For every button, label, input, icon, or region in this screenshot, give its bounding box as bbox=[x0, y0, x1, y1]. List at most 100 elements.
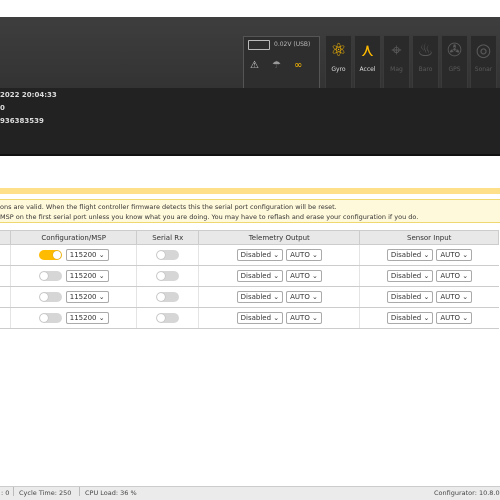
table-row: 115200DisabledAUTODisabledAUTO bbox=[0, 265, 499, 287]
footer-left-value: : 0 bbox=[1, 489, 10, 497]
configurator-version: Configurator: 10.8.0 bbox=[434, 489, 500, 497]
port-identifier-cell bbox=[0, 307, 11, 329]
msp-toggle[interactable] bbox=[38, 292, 62, 302]
sensor-input-cell: DisabledAUTO bbox=[359, 307, 499, 329]
sensor-baud-select[interactable]: AUTO bbox=[436, 249, 473, 261]
sonar-icon: ◎ bbox=[475, 40, 492, 61]
msp-baud-select[interactable]: 115200 bbox=[65, 291, 109, 303]
sensor-sonar: ◎ Sonar bbox=[470, 35, 497, 92]
serial-rx-cell bbox=[136, 244, 199, 266]
msp-baud-select[interactable]: 115200 bbox=[65, 270, 109, 282]
header-sensor-input: Sensor Input bbox=[359, 230, 499, 245]
link-icon: ∞ bbox=[294, 60, 303, 71]
header-identifier bbox=[0, 230, 11, 245]
msp-cell: 115200 bbox=[9, 265, 137, 287]
telemetry-type-select[interactable]: Disabled bbox=[236, 249, 284, 261]
telemetry-baud-select[interactable]: AUTO bbox=[286, 270, 322, 282]
sensor-label: Gyro bbox=[331, 66, 346, 73]
ports-body: 115200DisabledAUTODisabledAUTO115200Disa… bbox=[0, 244, 499, 329]
gps-icon: ✇ bbox=[446, 40, 463, 61]
table-row: 115200DisabledAUTODisabledAUTO bbox=[0, 244, 499, 266]
serial-rx-cell bbox=[136, 265, 199, 287]
footer-divider bbox=[79, 487, 80, 496]
msp-baud-select[interactable]: 115200 bbox=[65, 312, 109, 324]
sensor-label: Sonar bbox=[474, 66, 493, 73]
footer-divider bbox=[13, 487, 14, 496]
telemetry-baud-select[interactable]: AUTO bbox=[286, 312, 322, 324]
ports-table: Configuration/MSP Serial Rx Telemetry Ou… bbox=[0, 230, 499, 329]
telemetry-type-select[interactable]: Disabled bbox=[236, 270, 284, 282]
sensor-baud-select[interactable]: AUTO bbox=[436, 312, 473, 324]
serial-rx-cell bbox=[136, 286, 199, 308]
status-line-3: 936383539 bbox=[0, 117, 44, 125]
notice-line-2: MSP on the first serial port unless you … bbox=[0, 213, 419, 221]
msp-cell: 115200 bbox=[9, 244, 137, 266]
sensor-label: Mag bbox=[390, 66, 403, 73]
notice-line-1: ons are valid. When the flight controlle… bbox=[0, 203, 337, 211]
sensor-baud-select[interactable]: AUTO bbox=[436, 291, 473, 303]
serial-rx-cell bbox=[136, 307, 199, 329]
telemetry-type-select[interactable]: Disabled bbox=[236, 312, 284, 324]
sensor-gps: ✇ GPS bbox=[441, 35, 468, 92]
port-identifier-cell bbox=[0, 286, 11, 308]
battery-panel: 0.02V (USB) ⚠ ☂ ∞ bbox=[243, 36, 320, 91]
battery-voltage: 0.02V (USB) bbox=[274, 41, 311, 48]
sensor-input-cell: DisabledAUTO bbox=[359, 244, 499, 266]
link-quality-icon: ☂ bbox=[272, 60, 281, 71]
sensor-accel: ⋏ Accel bbox=[354, 35, 381, 92]
header-telemetry-output: Telemetry Output bbox=[198, 230, 361, 245]
status-line-time: 2022 20:04:33 bbox=[0, 91, 57, 99]
status-line-2: 0 bbox=[0, 104, 5, 112]
status-panel: 2022 20:04:33 0 936383539 bbox=[0, 88, 500, 156]
msp-toggle[interactable] bbox=[38, 271, 62, 281]
cycle-time: Cycle Time: 250 bbox=[19, 489, 72, 497]
mag-icon: ⌖ bbox=[391, 40, 402, 61]
table-row: 115200DisabledAUTODisabledAUTO bbox=[0, 307, 499, 329]
table-row: 115200DisabledAUTODisabledAUTO bbox=[0, 286, 499, 308]
notice-box: ons are valid. When the flight controlle… bbox=[0, 199, 500, 223]
app-window: 0.02V (USB) ⚠ ☂ ∞ ⚛ Gyro ⋏ Accel ⌖ Mag ♨ Baro ✇ G… bbox=[0, 0, 500, 500]
sensor-baro: ♨ Baro bbox=[412, 35, 439, 92]
sensor-label: GPS bbox=[448, 66, 461, 73]
port-identifier-cell bbox=[0, 265, 11, 287]
sensor-status-bar: ⚛ Gyro ⋏ Accel ⌖ Mag ♨ Baro ✇ GPS ◎ Sonar bbox=[323, 35, 500, 94]
msp-toggle[interactable] bbox=[38, 250, 62, 260]
sensor-type-select[interactable]: Disabled bbox=[386, 312, 434, 324]
msp-cell: 115200 bbox=[9, 307, 137, 329]
telemetry-type-select[interactable]: Disabled bbox=[236, 291, 284, 303]
sensor-mag: ⌖ Mag bbox=[383, 35, 410, 92]
sensor-input-cell: DisabledAUTO bbox=[359, 265, 499, 287]
telemetry-cell: DisabledAUTO bbox=[198, 307, 360, 329]
serial-rx-toggle[interactable] bbox=[156, 292, 180, 302]
warning-icon: ⚠ bbox=[250, 60, 259, 71]
telemetry-baud-select[interactable]: AUTO bbox=[286, 291, 322, 303]
serial-rx-toggle[interactable] bbox=[156, 313, 180, 323]
ports-header-row: Configuration/MSP Serial Rx Telemetry Ou… bbox=[0, 230, 499, 245]
telemetry-baud-select[interactable]: AUTO bbox=[286, 249, 322, 261]
telemetry-cell: DisabledAUTO bbox=[198, 244, 360, 266]
sensor-type-select[interactable]: Disabled bbox=[386, 270, 434, 282]
accel-icon: ⋏ bbox=[360, 40, 375, 61]
msp-baud-select[interactable]: 115200 bbox=[65, 249, 109, 261]
header-serial-rx: Serial Rx bbox=[136, 230, 200, 245]
warning-strip bbox=[0, 188, 500, 194]
sensor-label: Baro bbox=[418, 66, 433, 73]
gyro-icon: ⚛ bbox=[330, 40, 347, 61]
telemetry-cell: DisabledAUTO bbox=[198, 286, 360, 308]
header-configuration-msp: Configuration/MSP bbox=[9, 230, 138, 245]
sensor-type-select[interactable]: Disabled bbox=[386, 249, 434, 261]
sensor-baud-select[interactable]: AUTO bbox=[436, 270, 473, 282]
port-identifier-cell bbox=[0, 244, 11, 266]
serial-rx-toggle[interactable] bbox=[156, 250, 180, 260]
sensor-label: Accel bbox=[359, 66, 376, 73]
sensor-gyro: ⚛ Gyro bbox=[325, 35, 352, 92]
msp-cell: 115200 bbox=[9, 286, 137, 308]
msp-toggle[interactable] bbox=[38, 313, 62, 323]
sensor-type-select[interactable]: Disabled bbox=[386, 291, 434, 303]
serial-rx-toggle[interactable] bbox=[156, 271, 180, 281]
status-footer: : 0 Cycle Time: 250 CPU Load: 36 % Confi… bbox=[0, 486, 500, 500]
cpu-load: CPU Load: 36 % bbox=[85, 489, 137, 497]
top-header: 0.02V (USB) ⚠ ☂ ∞ ⚛ Gyro ⋏ Accel ⌖ Mag ♨ Baro ✇ G… bbox=[0, 0, 500, 92]
battery-icon bbox=[248, 40, 270, 50]
sensor-input-cell: DisabledAUTO bbox=[359, 286, 499, 308]
